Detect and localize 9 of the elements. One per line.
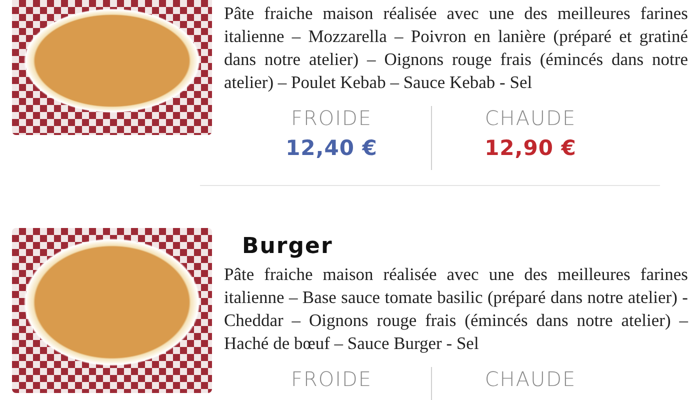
pizza-description: Pâte fraiche maison réalisée avec une des meilleures farines italienne – Mozzarella – Poivron en lanière (préparé et gratiné dans notre atelier) – Oignons rouge frais (émincés dans notre atelier) – Poulet Kebab – Sauce Kebab - Sel — [224, 2, 688, 94]
pizza-title: Burger — [242, 234, 334, 259]
price-label: FROIDE — [290, 367, 372, 391]
pizza-description: Pâte fraiche maison réalisée avec une des meilleures farines italienne – Base sauce tomate basilic (préparé dans notre atelier) - Cheddar – Oignons rouge frais (émincés dans notre atelier) – Haché de bœuf – Sauce Burger - Sel — [224, 263, 688, 355]
price-value: 12,90 € — [484, 136, 576, 160]
price-label: CHAUDE — [484, 106, 576, 130]
price-label: FROIDE — [290, 106, 372, 130]
price-label: CHAUDE — [484, 367, 576, 391]
price-value: 12,40 € — [286, 136, 378, 160]
